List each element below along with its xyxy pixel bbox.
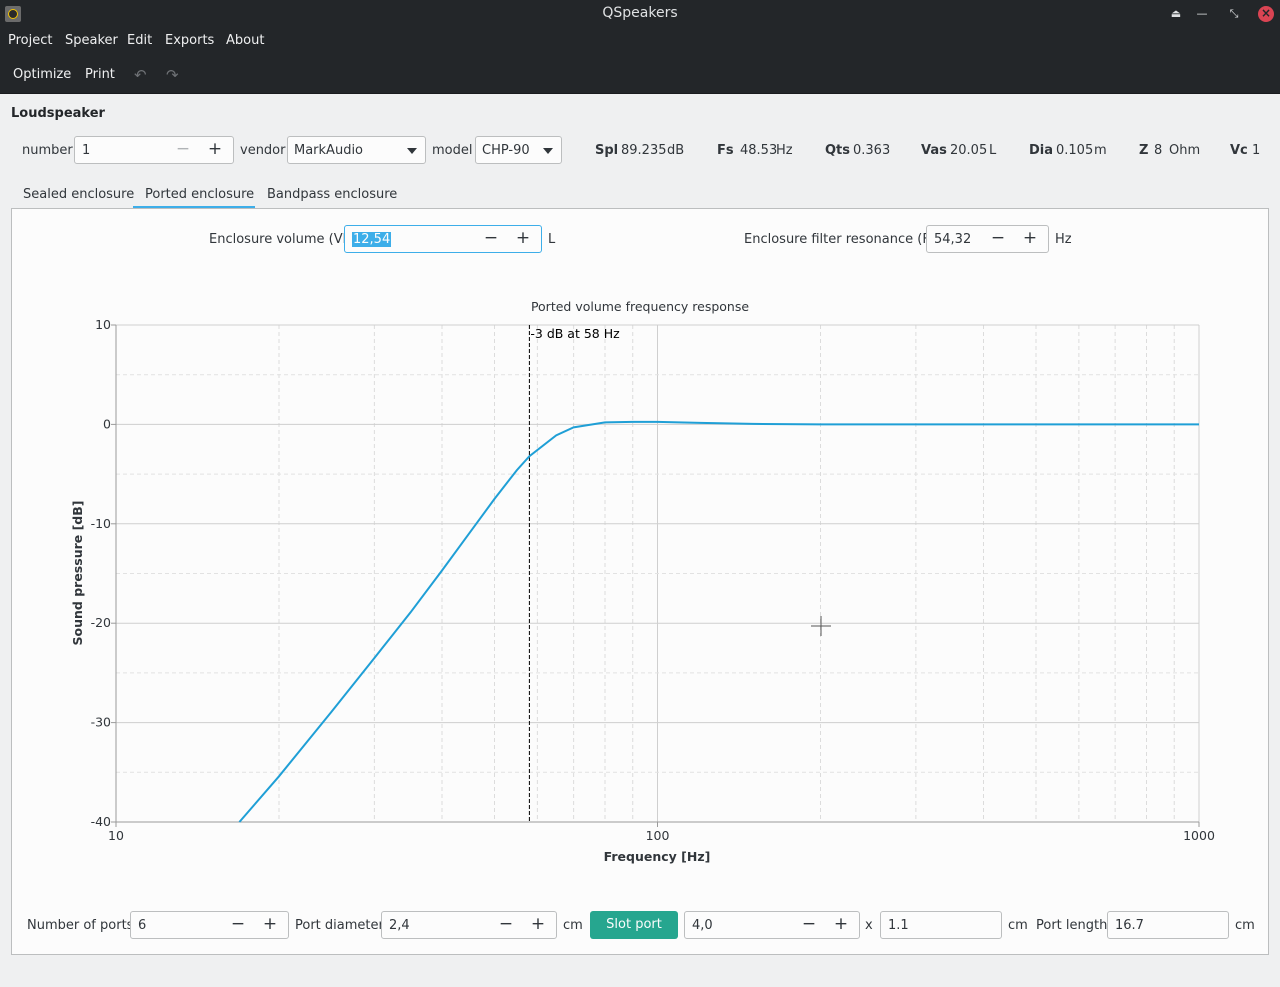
port-length-unit: cm xyxy=(1235,918,1255,933)
redo-icon[interactable]: ↷ xyxy=(166,66,179,84)
param-dia-unit: m xyxy=(1094,143,1107,158)
param-vc-name: Vc xyxy=(1230,143,1248,158)
minus-icon[interactable]: − xyxy=(496,916,516,934)
param-dia-value: 0.105 xyxy=(1056,143,1094,158)
model-value: CHP-90 xyxy=(482,143,530,158)
chevron-down-icon xyxy=(543,148,553,154)
menu-speaker[interactable]: Speaker xyxy=(65,33,118,48)
model-label: model xyxy=(432,143,473,158)
param-fs-value: 48.53 xyxy=(740,143,778,158)
slot-height-input[interactable]: 1.1 xyxy=(880,911,1002,939)
number-of-ports-value: 6 xyxy=(138,918,147,933)
model-select[interactable]: CHP-90 xyxy=(475,136,562,164)
port-diameter-value: 2,4 xyxy=(389,918,410,933)
menu-exports[interactable]: Exports xyxy=(165,33,214,48)
fb-value: 54,32 xyxy=(934,232,972,247)
print-button[interactable]: Print xyxy=(85,67,115,82)
minus-icon[interactable]: − xyxy=(988,230,1008,248)
port-diameter-spinbox[interactable]: 2,4 − + xyxy=(381,911,557,939)
keep-above-icon[interactable]: ⏏ xyxy=(1168,6,1184,22)
tab-bandpass-enclosure[interactable]: Bandpass enclosure xyxy=(267,187,397,202)
enclosure-volume-spinbox[interactable]: 12,54 − + xyxy=(344,225,542,253)
number-of-ports-spinbox[interactable]: 6 − + xyxy=(130,911,289,939)
slot-width-spinbox[interactable]: 4,0 − + xyxy=(684,911,860,939)
param-qts-value: 0.363 xyxy=(853,143,891,158)
param-z-name: Z xyxy=(1139,143,1149,158)
menu-bar: Project Speaker Edit Exports About xyxy=(0,28,1280,54)
port-diameter-unit: cm xyxy=(563,918,583,933)
enclosure-volume-label: Enclosure volume (Vb) xyxy=(209,232,356,247)
port-length-input[interactable]: 16.7 xyxy=(1107,911,1229,939)
undo-icon[interactable]: ↶ xyxy=(134,66,147,84)
loudspeaker-title: Loudspeaker xyxy=(11,106,105,121)
plus-icon[interactable]: + xyxy=(205,141,225,159)
title-bar: QSpeakers ⏏ — ⤡ × xyxy=(0,0,1280,28)
menu-project[interactable]: Project xyxy=(8,33,52,48)
chevron-down-icon xyxy=(407,148,417,154)
maximize-icon[interactable]: ⤡ xyxy=(1226,6,1242,22)
vendor-select[interactable]: MarkAudio xyxy=(287,136,426,164)
speaker-number-value: 1 xyxy=(82,143,91,158)
param-spl-value: 89.235 xyxy=(621,143,667,158)
param-z-unit: Ohm xyxy=(1169,143,1201,158)
plus-icon[interactable]: + xyxy=(260,916,280,934)
close-icon[interactable]: × xyxy=(1258,6,1274,22)
param-vc-value: 1 xyxy=(1252,143,1261,158)
port-length-label: Port length xyxy=(1036,918,1108,933)
fb-unit: Hz xyxy=(1055,232,1072,247)
ported-enclosure-panel xyxy=(11,208,1269,955)
window-title: QSpeakers xyxy=(602,5,678,21)
param-fs-name: Fs xyxy=(717,143,734,158)
plus-icon[interactable]: + xyxy=(831,916,851,934)
param-vas-name: Vas xyxy=(921,143,947,158)
param-z-value: 8 xyxy=(1154,143,1163,158)
param-qts-name: Qts xyxy=(825,143,851,158)
plus-icon[interactable]: + xyxy=(513,230,533,248)
plus-icon[interactable]: + xyxy=(1020,230,1040,248)
vendor-label: vendor xyxy=(240,143,286,158)
active-tab-indicator xyxy=(133,206,255,208)
param-spl-name: Spl xyxy=(595,143,619,158)
param-vas-unit: L xyxy=(989,143,997,158)
param-dia-name: Dia xyxy=(1029,143,1054,158)
menu-about[interactable]: About xyxy=(226,33,264,48)
slot-port-button[interactable]: Slot port xyxy=(590,911,678,939)
fb-label: Enclosure filter resonance (Fb) xyxy=(744,232,944,247)
slot-width-value: 4,0 xyxy=(692,918,713,933)
minus-icon[interactable]: − xyxy=(799,916,819,934)
menu-edit[interactable]: Edit xyxy=(127,33,152,48)
optimize-button[interactable]: Optimize xyxy=(13,67,71,82)
fb-spinbox[interactable]: 54,32 − + xyxy=(926,225,1049,253)
minimize-icon[interactable]: — xyxy=(1194,6,1210,22)
param-vas-value: 20.05 xyxy=(950,143,988,158)
speaker-number-spinbox[interactable]: 1 − + xyxy=(74,136,234,164)
plus-icon[interactable]: + xyxy=(528,916,548,934)
enclosure-volume-unit: L xyxy=(548,232,556,247)
toolbar: Optimize Print ↶ ↷ xyxy=(0,54,1280,94)
minus-icon[interactable]: − xyxy=(228,916,248,934)
tab-ported-enclosure[interactable]: Ported enclosure xyxy=(145,187,254,202)
vendor-value: MarkAudio xyxy=(294,143,364,158)
param-spl-unit: dB xyxy=(667,143,685,158)
enclosure-volume-value: 12,54 xyxy=(352,232,392,247)
number-label: number xyxy=(22,143,73,158)
number-of-ports-label: Number of ports xyxy=(27,918,134,933)
times-label: x xyxy=(865,918,873,933)
slot-unit: cm xyxy=(1008,918,1028,933)
port-diameter-label: Port diameter xyxy=(295,918,384,933)
minus-icon[interactable]: − xyxy=(173,141,193,159)
port-length-value: 16.7 xyxy=(1115,918,1144,933)
minus-icon[interactable]: − xyxy=(481,230,501,248)
tab-sealed-enclosure[interactable]: Sealed enclosure xyxy=(23,187,134,202)
slot-height-value: 1.1 xyxy=(888,918,909,933)
param-fs-unit: Hz xyxy=(776,143,793,158)
